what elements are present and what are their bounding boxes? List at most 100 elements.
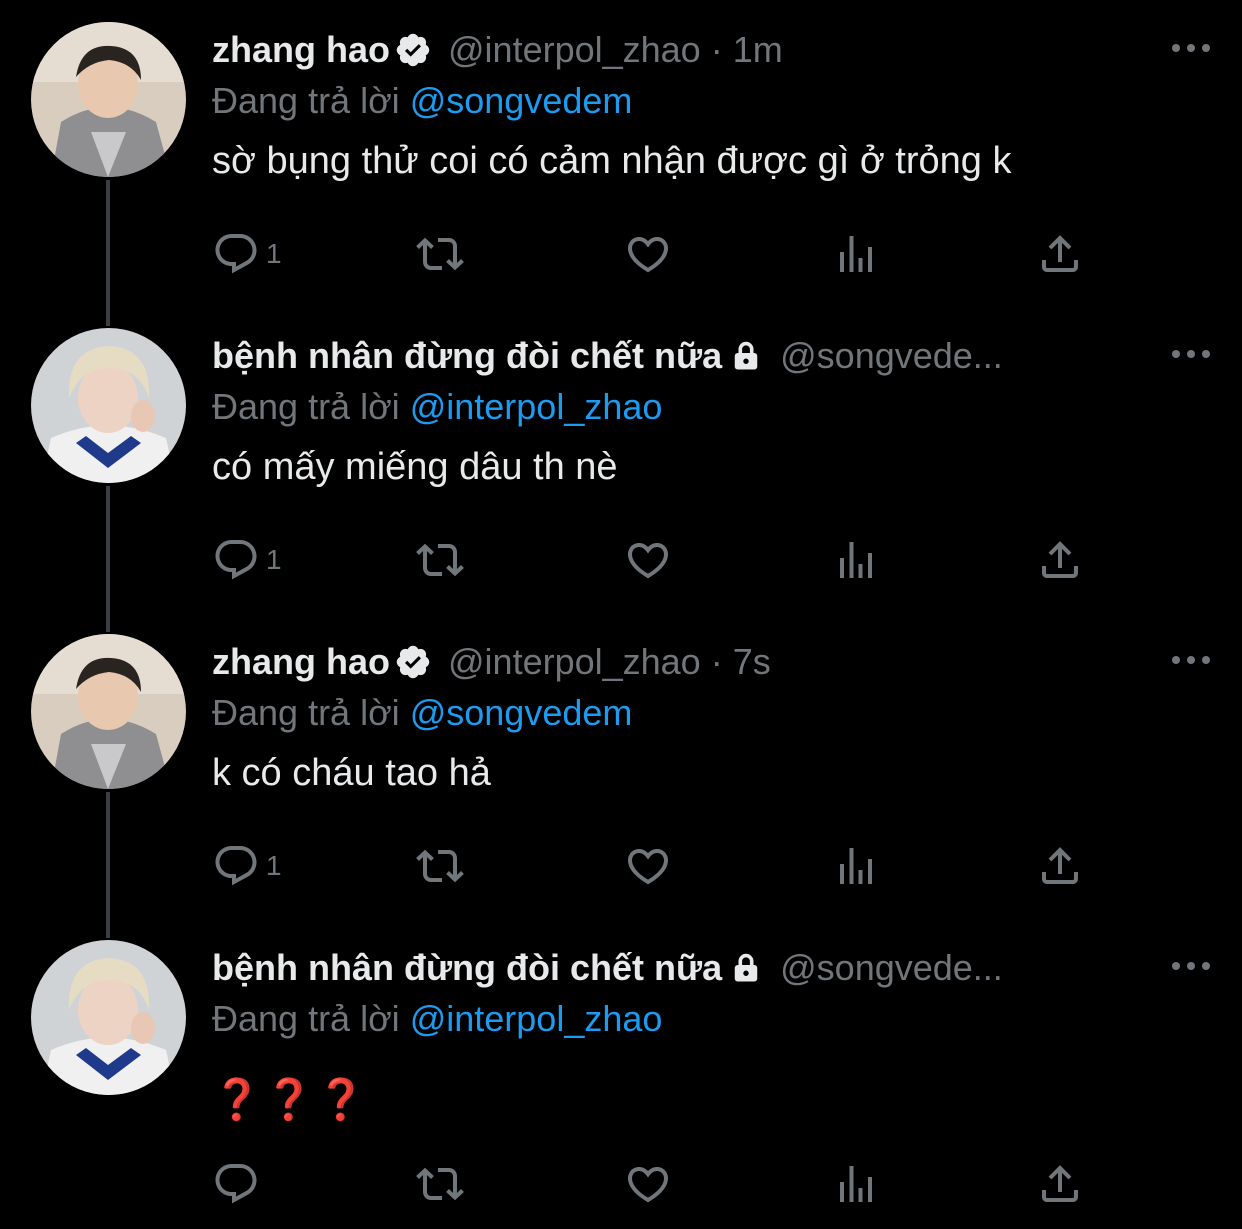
tweet-thread: zhang hao @interpol_zhao · 1m Đang trả l… — [0, 0, 1242, 1229]
replying-to: Đang trả lời @songvedem — [212, 692, 632, 734]
thread-connector — [106, 612, 110, 632]
replying-to-label: Đang trả lời — [212, 692, 400, 733]
avatar[interactable] — [31, 22, 186, 177]
replying-to: Đang trả lời @interpol_zhao — [212, 386, 662, 428]
replying-to-label: Đang trả lời — [212, 80, 400, 121]
retweet-button[interactable] — [416, 226, 464, 282]
username[interactable]: @interpol_zhao — [448, 641, 701, 683]
more-icon[interactable] — [1170, 36, 1212, 60]
more-icon[interactable] — [1170, 954, 1212, 978]
reply-button[interactable]: 1 — [212, 838, 282, 894]
retweet-icon — [416, 1160, 464, 1208]
more-icon[interactable] — [1170, 648, 1212, 672]
avatar[interactable] — [31, 328, 186, 483]
action-bar: 1 — [212, 838, 1092, 894]
retweet-icon — [416, 230, 464, 278]
views-icon — [832, 1160, 880, 1208]
views-button[interactable] — [832, 532, 880, 588]
display-name[interactable]: zhang hao — [212, 641, 390, 683]
retweet-icon — [416, 536, 464, 584]
action-bar: 1 — [212, 532, 1092, 588]
timestamp[interactable]: 7s — [733, 641, 771, 683]
thread-connector — [106, 918, 110, 938]
replying-to-handle[interactable]: @songvedem — [410, 692, 633, 733]
tweet-header: zhang hao @interpol_zhao · 1m — [212, 28, 1112, 72]
tweet-header: bệnh nhân đừng đòi chết nữa @songvede... — [212, 334, 1112, 378]
share-icon — [1036, 230, 1084, 278]
share-icon — [1036, 1160, 1084, 1208]
question-mark-emoji: ❓ — [316, 1078, 366, 1122]
action-bar — [212, 1156, 1092, 1212]
tweet[interactable]: zhang hao @interpol_zhao · 1m Đang trả l… — [0, 0, 1242, 306]
retweet-button[interactable] — [416, 1156, 464, 1212]
views-icon — [832, 536, 880, 584]
display-name[interactable]: bệnh nhân đừng đòi chết nữa — [212, 947, 722, 989]
replying-to-label: Đang trả lời — [212, 998, 400, 1039]
display-name[interactable]: zhang hao — [212, 29, 390, 71]
replying-to-handle[interactable]: @songvedem — [410, 80, 633, 121]
reply-button[interactable]: 1 — [212, 532, 282, 588]
tweet-header: bệnh nhân đừng đòi chết nữa @songvede... — [212, 946, 1112, 990]
like-button[interactable] — [624, 532, 672, 588]
replying-to-label: Đang trả lời — [212, 386, 400, 427]
action-bar: 1 — [212, 226, 1092, 282]
replying-to: Đang trả lời @songvedem — [212, 80, 632, 122]
avatar[interactable] — [31, 940, 186, 1095]
thread-connector — [106, 306, 110, 326]
retweet-button[interactable] — [416, 838, 464, 894]
lock-icon — [728, 950, 764, 986]
username[interactable]: @songvede... — [780, 335, 1003, 377]
share-button[interactable] — [1036, 226, 1084, 282]
display-name[interactable]: bệnh nhân đừng đòi chết nữa — [212, 335, 722, 377]
reply-icon — [212, 230, 260, 278]
timestamp[interactable]: 1m — [733, 29, 783, 71]
tweet-text: k có cháu tao hả — [212, 752, 491, 794]
verified-icon — [394, 31, 432, 69]
heart-icon — [624, 536, 672, 584]
share-button[interactable] — [1036, 532, 1084, 588]
retweet-icon — [416, 842, 464, 890]
like-button[interactable] — [624, 838, 672, 894]
separator: · — [710, 29, 723, 70]
username[interactable]: @songvede... — [780, 947, 1003, 989]
tweet[interactable]: zhang hao @interpol_zhao · 7s Đang trả l… — [0, 612, 1242, 918]
reply-icon — [212, 1160, 260, 1208]
share-button[interactable] — [1036, 838, 1084, 894]
verified-icon — [394, 643, 432, 681]
replying-to-handle[interactable]: @interpol_zhao — [410, 998, 663, 1039]
question-mark-emoji: ❓ — [264, 1078, 314, 1122]
avatar[interactable] — [31, 634, 186, 789]
reply-button[interactable] — [212, 1156, 266, 1212]
views-icon — [832, 230, 880, 278]
views-button[interactable] — [832, 1156, 880, 1212]
replying-to: Đang trả lời @interpol_zhao — [212, 998, 662, 1040]
views-icon — [832, 842, 880, 890]
replying-to-handle[interactable]: @interpol_zhao — [410, 386, 663, 427]
reply-count: 1 — [266, 850, 282, 881]
reply-count: 1 — [266, 238, 282, 269]
tweet[interactable]: bệnh nhân đừng đòi chết nữa @songvede...… — [0, 918, 1242, 1229]
like-button[interactable] — [624, 226, 672, 282]
share-icon — [1036, 842, 1084, 890]
tweet-text: sờ bụng thử coi có cảm nhận được gì ở tr… — [212, 140, 1012, 182]
question-mark-emoji: ❓ — [212, 1078, 262, 1122]
more-icon[interactable] — [1170, 342, 1212, 366]
reply-button[interactable]: 1 — [212, 226, 282, 282]
lock-icon — [728, 338, 764, 374]
tweet[interactable]: bệnh nhân đừng đòi chết nữa @songvede...… — [0, 306, 1242, 612]
like-button[interactable] — [624, 1156, 672, 1212]
reply-icon — [212, 842, 260, 890]
retweet-button[interactable] — [416, 532, 464, 588]
share-button[interactable] — [1036, 1156, 1084, 1212]
heart-icon — [624, 842, 672, 890]
thread-connector — [106, 792, 110, 918]
tweet-text: có mấy miếng dâu th nè — [212, 446, 618, 488]
heart-icon — [624, 230, 672, 278]
views-button[interactable] — [832, 226, 880, 282]
views-button[interactable] — [832, 838, 880, 894]
tweet-header: zhang hao @interpol_zhao · 7s — [212, 640, 1112, 684]
username[interactable]: @interpol_zhao — [448, 29, 701, 71]
thread-connector — [106, 180, 110, 306]
tweet-text: ❓ ❓ ❓ — [212, 1076, 366, 1123]
reply-icon — [212, 536, 260, 584]
